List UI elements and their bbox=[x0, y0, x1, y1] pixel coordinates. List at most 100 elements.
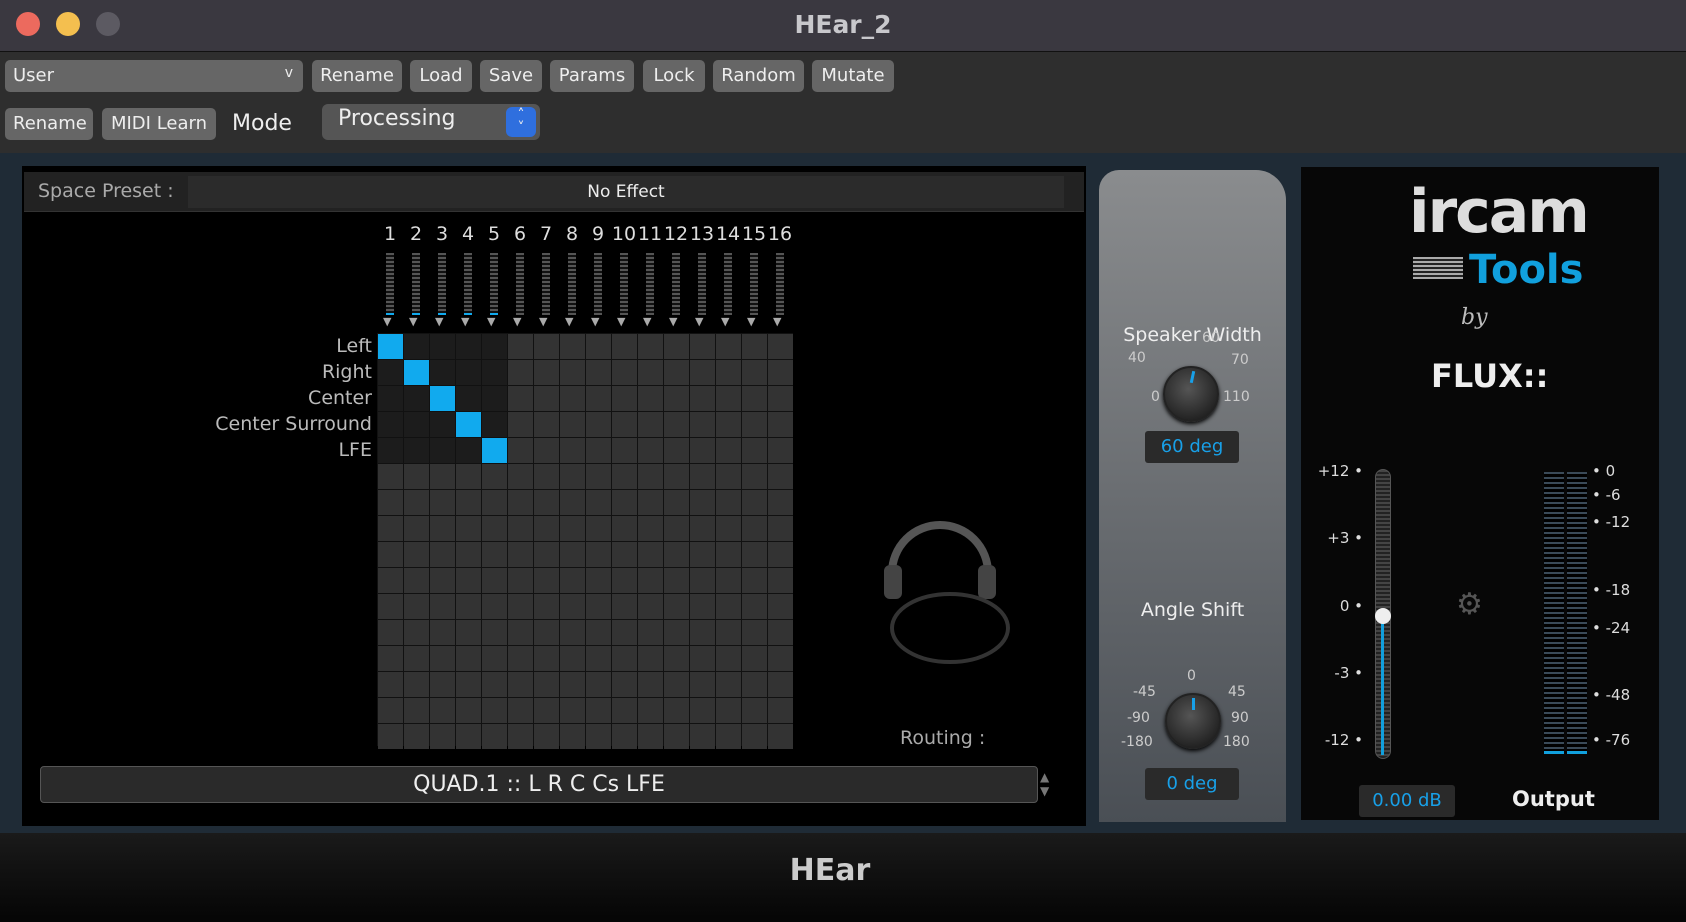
speaker-width-knob[interactable] bbox=[1163, 366, 1219, 422]
angle-shift-value[interactable]: 0 deg bbox=[1145, 768, 1239, 800]
matrix-cell[interactable] bbox=[560, 334, 585, 359]
matrix-cell[interactable] bbox=[560, 516, 585, 541]
matrix-cell[interactable] bbox=[430, 672, 455, 697]
matrix-cell[interactable] bbox=[560, 698, 585, 723]
matrix-cell[interactable] bbox=[612, 568, 637, 593]
matrix-cell[interactable] bbox=[586, 464, 611, 489]
rename-button-2[interactable]: Rename bbox=[5, 108, 93, 140]
matrix-cell[interactable] bbox=[508, 516, 533, 541]
matrix-cell[interactable] bbox=[482, 620, 507, 645]
matrix-cell[interactable] bbox=[690, 412, 715, 437]
matrix-cell[interactable] bbox=[638, 724, 663, 749]
matrix-cell[interactable] bbox=[768, 672, 793, 697]
matrix-cell[interactable] bbox=[482, 646, 507, 671]
matrix-cell[interactable] bbox=[508, 594, 533, 619]
matrix-cell[interactable] bbox=[482, 386, 507, 411]
matrix-cell[interactable] bbox=[482, 698, 507, 723]
matrix-cell[interactable] bbox=[534, 646, 559, 671]
matrix-cell[interactable] bbox=[612, 672, 637, 697]
matrix-cell[interactable] bbox=[742, 464, 767, 489]
matrix-cell[interactable] bbox=[768, 490, 793, 515]
rename-button[interactable]: Rename bbox=[312, 60, 402, 92]
matrix-cell[interactable] bbox=[534, 542, 559, 567]
matrix-cell[interactable] bbox=[612, 620, 637, 645]
matrix-cell[interactable] bbox=[638, 516, 663, 541]
matrix-cell[interactable] bbox=[456, 490, 481, 515]
matrix-cell[interactable] bbox=[456, 386, 481, 411]
matrix-cell[interactable] bbox=[560, 568, 585, 593]
matrix-cell[interactable] bbox=[404, 464, 429, 489]
matrix-cell[interactable] bbox=[430, 438, 455, 463]
matrix-cell[interactable] bbox=[664, 360, 689, 385]
matrix-cell[interactable] bbox=[690, 594, 715, 619]
matrix-cell[interactable] bbox=[430, 568, 455, 593]
matrix-cell[interactable] bbox=[612, 386, 637, 411]
matrix-cell[interactable] bbox=[716, 698, 741, 723]
matrix-cell[interactable] bbox=[378, 334, 403, 359]
matrix-cell[interactable] bbox=[378, 412, 403, 437]
matrix-cell[interactable] bbox=[560, 724, 585, 749]
matrix-cell[interactable] bbox=[560, 542, 585, 567]
matrix-cell[interactable] bbox=[560, 412, 585, 437]
matrix-cell[interactable] bbox=[586, 516, 611, 541]
matrix-cell[interactable] bbox=[638, 412, 663, 437]
matrix-cell[interactable] bbox=[742, 672, 767, 697]
matrix-cell[interactable] bbox=[534, 620, 559, 645]
matrix-cell[interactable] bbox=[456, 646, 481, 671]
matrix-cell[interactable] bbox=[716, 412, 741, 437]
matrix-cell[interactable] bbox=[716, 672, 741, 697]
matrix-cell[interactable] bbox=[638, 646, 663, 671]
matrix-cell[interactable] bbox=[716, 568, 741, 593]
matrix-cell[interactable] bbox=[404, 672, 429, 697]
matrix-cell[interactable] bbox=[690, 620, 715, 645]
matrix-cell[interactable] bbox=[638, 334, 663, 359]
matrix-cell[interactable] bbox=[664, 516, 689, 541]
matrix-cell[interactable] bbox=[378, 516, 403, 541]
gain-fader-track[interactable] bbox=[1375, 469, 1391, 759]
matrix-cell[interactable] bbox=[768, 412, 793, 437]
matrix-cell[interactable] bbox=[456, 594, 481, 619]
matrix-cell[interactable] bbox=[430, 594, 455, 619]
matrix-cell[interactable] bbox=[404, 724, 429, 749]
matrix-cell[interactable] bbox=[664, 594, 689, 619]
matrix-cell[interactable] bbox=[482, 516, 507, 541]
matrix-cell[interactable] bbox=[378, 490, 403, 515]
matrix-cell[interactable] bbox=[586, 386, 611, 411]
matrix-cell[interactable] bbox=[404, 698, 429, 723]
matrix-cell[interactable] bbox=[612, 646, 637, 671]
matrix-cell[interactable] bbox=[742, 438, 767, 463]
matrix-cell[interactable] bbox=[430, 360, 455, 385]
matrix-cell[interactable] bbox=[638, 620, 663, 645]
matrix-cell[interactable] bbox=[534, 412, 559, 437]
lock-button[interactable]: Lock bbox=[643, 60, 705, 92]
space-preset-select[interactable]: No Effect bbox=[188, 176, 1064, 208]
matrix-cell[interactable] bbox=[638, 386, 663, 411]
matrix-cell[interactable] bbox=[664, 334, 689, 359]
matrix-cell[interactable] bbox=[664, 724, 689, 749]
matrix-cell[interactable] bbox=[664, 568, 689, 593]
matrix-cell[interactable] bbox=[482, 672, 507, 697]
matrix-cell[interactable] bbox=[768, 438, 793, 463]
matrix-cell[interactable] bbox=[534, 568, 559, 593]
matrix-cell[interactable] bbox=[482, 464, 507, 489]
matrix-cell[interactable] bbox=[456, 542, 481, 567]
matrix-cell[interactable] bbox=[404, 386, 429, 411]
matrix-cell[interactable] bbox=[508, 464, 533, 489]
matrix-cell[interactable] bbox=[716, 594, 741, 619]
matrix-cell[interactable] bbox=[716, 724, 741, 749]
preset-dropdown[interactable]: User v bbox=[5, 60, 303, 92]
matrix-cell[interactable] bbox=[586, 334, 611, 359]
matrix-cell[interactable] bbox=[690, 438, 715, 463]
matrix-cell[interactable] bbox=[742, 412, 767, 437]
matrix-cell[interactable] bbox=[378, 724, 403, 749]
matrix-cell[interactable] bbox=[690, 490, 715, 515]
matrix-cell[interactable] bbox=[508, 542, 533, 567]
matrix-cell[interactable] bbox=[664, 672, 689, 697]
matrix-cell[interactable] bbox=[586, 360, 611, 385]
matrix-cell[interactable] bbox=[560, 594, 585, 619]
matrix-cell[interactable] bbox=[612, 490, 637, 515]
matrix-cell[interactable] bbox=[664, 698, 689, 723]
matrix-cell[interactable] bbox=[534, 334, 559, 359]
matrix-cell[interactable] bbox=[508, 334, 533, 359]
matrix-cell[interactable] bbox=[768, 620, 793, 645]
